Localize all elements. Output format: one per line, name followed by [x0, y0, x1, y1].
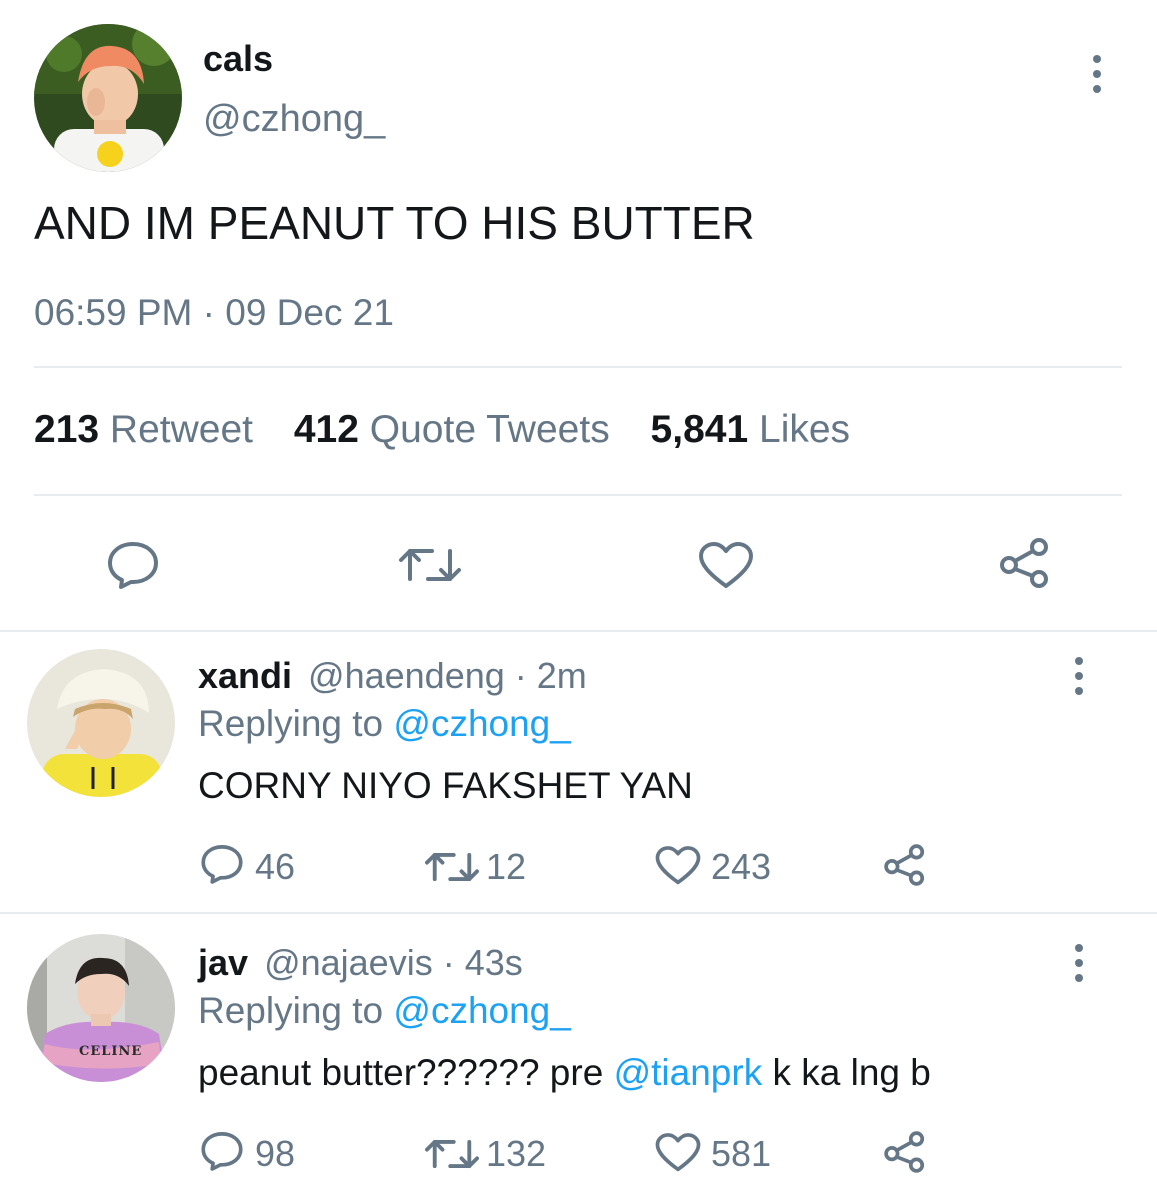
retweet-arrows-icon: [399, 549, 461, 581]
replying-to: Replying to @czhong_: [198, 990, 571, 1032]
share-nodes-icon: [1000, 538, 1048, 588]
relative-time: · 43s: [442, 942, 523, 983]
avatar[interactable]: [27, 649, 175, 797]
tweet-text: AND IM PEANUT TO HIS BUTTER: [34, 197, 755, 249]
divider: [0, 630, 1157, 632]
divider: [34, 494, 1122, 496]
like-button[interactable]: [655, 1133, 701, 1173]
likes-label: Likes: [759, 408, 851, 451]
like-button[interactable]: [655, 846, 701, 886]
share-button[interactable]: [882, 843, 928, 887]
like-count: 581: [711, 1133, 772, 1174]
reply-header: xandi @haendeng · 2m: [198, 655, 587, 697]
heart-icon: [655, 846, 701, 885]
handle[interactable]: @czhong_: [203, 98, 385, 141]
retweet-arrows-icon: [425, 1139, 479, 1169]
retweet-count: 12: [486, 846, 527, 887]
reply-text: CORNY NIYO FAKSHET YAN: [198, 765, 693, 806]
share-nodes-icon: [884, 844, 925, 886]
retweet-arrows-icon: [425, 852, 479, 882]
like-button[interactable]: [698, 542, 754, 590]
share-button[interactable]: [997, 537, 1053, 589]
speech-bubble-icon: [201, 1132, 243, 1171]
retweets-stat[interactable]: 213 Retweet: [34, 408, 264, 451]
reply-button[interactable]: [200, 1130, 244, 1172]
more-options-button[interactable]: [1091, 55, 1103, 93]
retweets-label: Retweet: [109, 408, 253, 451]
tweet-timestamp: 06:59 PM · 09 Dec 21: [34, 292, 394, 333]
reply-text: peanut butter?????? pre @tianprk k ka ln…: [198, 1052, 931, 1094]
share-nodes-icon: [884, 1131, 925, 1173]
likes-stat[interactable]: 5,841 Likes: [651, 408, 851, 451]
like-count: 243: [711, 846, 772, 887]
heart-icon: [699, 542, 753, 588]
reply-count: 98: [255, 1133, 296, 1174]
vertical-dots-icon: [1075, 944, 1083, 952]
mention-link[interactable]: @czhong_: [393, 703, 570, 744]
quotes-count: 412: [293, 408, 359, 451]
handle[interactable]: @haendeng: [308, 655, 505, 696]
quotes-label: Quote Tweets: [369, 408, 610, 451]
more-options-button[interactable]: [1073, 657, 1085, 695]
reply-button[interactable]: [106, 540, 160, 590]
avatar-shirt-text: CELINE: [79, 1044, 143, 1059]
retweet-button[interactable]: [424, 1135, 480, 1173]
retweet-button[interactable]: [398, 543, 462, 587]
reply-text-start: peanut butter?????? pre: [198, 1052, 614, 1093]
stats-row: 213 Retweet 412 Quote Tweets 5,841 Likes: [34, 408, 850, 452]
handle[interactable]: @najaevis: [264, 942, 433, 983]
vertical-dots-icon: [1075, 657, 1083, 665]
speech-bubble-icon: [201, 845, 243, 884]
quotes-stat[interactable]: 412 Quote Tweets: [294, 408, 621, 451]
display-name[interactable]: jav: [198, 942, 248, 983]
reply-button[interactable]: [200, 843, 244, 885]
display-name[interactable]: cals: [203, 38, 273, 80]
avatar[interactable]: CELINE: [27, 934, 175, 1082]
retweet-count: 132: [486, 1133, 547, 1174]
divider: [0, 912, 1157, 914]
divider: [34, 366, 1122, 368]
more-options-button[interactable]: [1073, 944, 1085, 982]
relative-time: · 2m: [514, 655, 587, 696]
mention-link[interactable]: @czhong_: [393, 990, 570, 1031]
speech-bubble-icon: [108, 542, 158, 589]
retweets-count: 213: [34, 408, 100, 451]
replying-to-label: Replying to: [198, 990, 384, 1031]
reply-count: 46: [255, 846, 296, 887]
display-name[interactable]: xandi: [198, 655, 292, 696]
reply-header: jav @najaevis · 43s: [198, 942, 523, 984]
reply-text-end: k ka lng b: [762, 1052, 931, 1093]
vertical-dots-icon: [1093, 55, 1101, 63]
likes-count: 5,841: [650, 408, 749, 451]
mention-link[interactable]: @tianprk: [614, 1052, 763, 1093]
share-button[interactable]: [882, 1130, 928, 1174]
replying-to: Replying to @czhong_: [198, 703, 571, 745]
avatar[interactable]: [34, 24, 182, 172]
replying-to-label: Replying to: [198, 703, 384, 744]
retweet-button[interactable]: [424, 848, 480, 886]
heart-icon: [655, 1133, 701, 1172]
